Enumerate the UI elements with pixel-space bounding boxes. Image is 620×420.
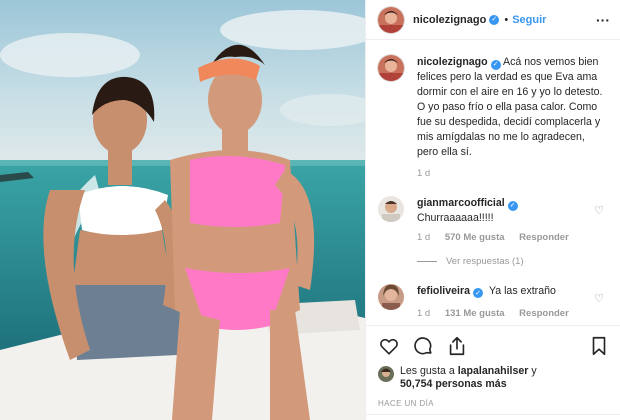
view-replies-label: Ver respuestas (1) [446, 255, 524, 267]
reply-button[interactable]: Responder [519, 308, 569, 319]
author-username[interactable]: nicolezignago [413, 14, 486, 26]
author-avatar[interactable] [378, 6, 404, 33]
verified-badge-icon: ✓ [473, 288, 483, 298]
heart-icon[interactable] [378, 335, 400, 357]
caption-age[interactable]: 1 d [417, 166, 608, 181]
comment-text: Ya las extraño [488, 284, 556, 297]
verified-badge-icon: ✓ [490, 59, 501, 70]
caption-author-avatar[interactable] [378, 55, 404, 81]
reply-button[interactable]: Responder [519, 232, 569, 243]
separator-dot: • [504, 13, 509, 26]
comment-likes[interactable]: 570 Me gusta [445, 232, 505, 243]
commenter-username[interactable]: fefioliveira [417, 285, 470, 297]
share-icon[interactable] [446, 335, 468, 357]
bookmark-icon[interactable] [588, 335, 610, 357]
commenter-avatar[interactable] [378, 196, 404, 222]
likes-count[interactable]: 50,754 personas más [400, 378, 507, 390]
verified-badge-icon: ✓ [489, 14, 500, 25]
commenter-avatar[interactable] [378, 283, 404, 310]
comments-list: nicolezignago ✓ Acá nos vemos bien felice… [366, 55, 620, 321]
follow-button[interactable]: Seguir [512, 14, 546, 26]
post-date[interactable]: HACE UN DÍA [378, 399, 610, 408]
post-photo[interactable] [0, 0, 365, 420]
post-actions: Les gusta a lapalanahilser y 50,754 pers… [366, 325, 620, 408]
liker-username[interactable]: lapalanahilser [458, 365, 529, 377]
replies-line [417, 260, 437, 262]
comment-icon[interactable] [412, 335, 434, 357]
comment-text: Churraaaaaa!!!!! [417, 211, 494, 224]
comment-item: gianmarcoofficial ✓ Churraaaaaa!!!!! 1 d … [378, 196, 608, 245]
post-side-panel: nicolezignago ✓ • Seguir ··· nicolezigna… [365, 0, 620, 420]
comment-item: fefioliveira ✓ Ya las extraño 1 d 131 Me … [378, 283, 608, 322]
comment-age[interactable]: 1 d [417, 308, 430, 319]
post-caption: nicolezignago ✓ Acá nos vemos bien felice… [378, 55, 608, 181]
caption-text: Acá nos vemos bien felices pero la verda… [417, 56, 603, 158]
view-replies-button[interactable]: Ver respuestas (1) [417, 256, 608, 267]
comment-meta: 1 d 570 Me gusta Responder [417, 231, 602, 245]
verified-badge-icon: ✓ [507, 200, 518, 211]
add-comment-area[interactable] [366, 414, 620, 420]
likes-suffix: y [528, 365, 537, 377]
commenter-username[interactable]: gianmarcoofficial [417, 197, 505, 209]
likes-prefix: Les gusta a [400, 365, 458, 377]
comment-meta: 1 d 131 Me gusta Responder [417, 307, 602, 321]
caption-author-username[interactable]: nicolezignago [417, 56, 488, 68]
comment-like-heart-icon[interactable]: ♡ [594, 204, 604, 217]
likes-summary: Les gusta a lapalanahilser y 50,754 pers… [378, 365, 610, 391]
more-options-icon[interactable]: ··· [596, 12, 610, 28]
comment-likes[interactable]: 131 Me gusta [445, 308, 505, 319]
comment-age[interactable]: 1 d [417, 232, 430, 243]
action-icons [378, 334, 610, 358]
post-header: nicolezignago ✓ • Seguir ··· [366, 0, 620, 40]
liker-avatar[interactable] [378, 366, 394, 382]
comment-like-heart-icon[interactable]: ♡ [594, 292, 604, 305]
